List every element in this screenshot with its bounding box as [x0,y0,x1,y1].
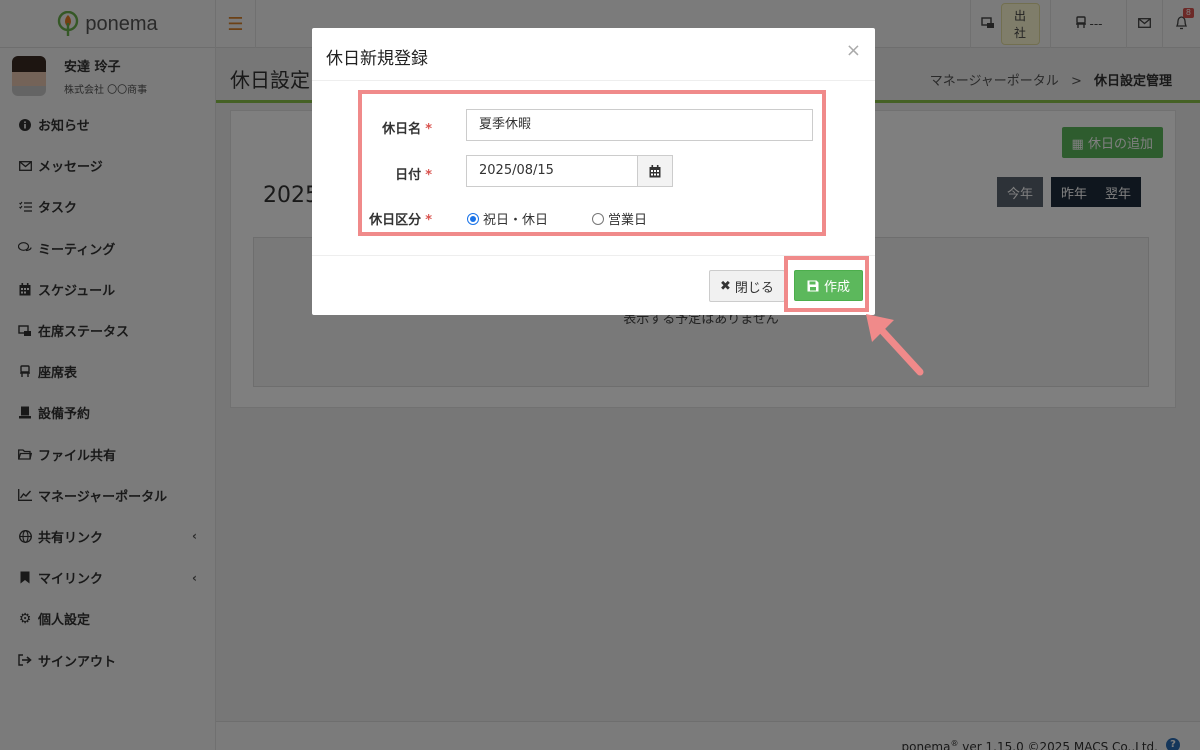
holiday-name-label: 休日名 * [312,118,432,137]
required-mark: * [425,122,432,137]
date-label-text: 日付 [395,168,422,183]
dialog-title: 休日新規登録 [326,49,428,69]
date-picker-button[interactable] [637,155,673,187]
date-input[interactable]: 2025/08/15 [466,155,638,187]
radio-holiday[interactable]: 祝日・休日 [467,209,548,228]
radio-business-label: 営業日 [608,213,648,228]
required-mark: * [425,213,432,228]
dialog-footer: ✖ 閉じる 作成 [312,255,875,315]
dialog-header: 休日新規登録 × [312,28,875,81]
calendar-icon [649,164,661,177]
times-icon: ✖ [720,278,731,294]
holiday-name-input[interactable]: 夏季休暇 [466,109,813,141]
radio-checked-icon [467,212,479,225]
radio-holiday-label: 祝日・休日 [483,213,549,228]
holiday-name-label-text: 休日名 [382,122,422,137]
close-button-label: 閉じる [734,280,774,296]
required-mark: * [425,168,432,183]
radio-business-day[interactable]: 営業日 [592,209,647,228]
create-button[interactable]: 作成 [794,270,864,301]
pointer-arrow-icon [866,314,924,376]
save-icon [807,280,819,291]
holiday-type-label-text: 休日区分 [369,213,422,228]
close-button[interactable]: ✖ 閉じる [709,270,785,302]
radio-unchecked-icon [592,212,604,225]
close-icon[interactable]: × [846,40,861,61]
date-label: 日付 * [312,164,432,183]
holiday-type-label: 休日区分 * [312,209,432,228]
create-button-label: 作成 [824,280,851,295]
new-holiday-dialog: 休日新規登録 × 休日名 * 夏季休暇 日付 * 2025/08/15 休日区分 * … [312,28,875,315]
